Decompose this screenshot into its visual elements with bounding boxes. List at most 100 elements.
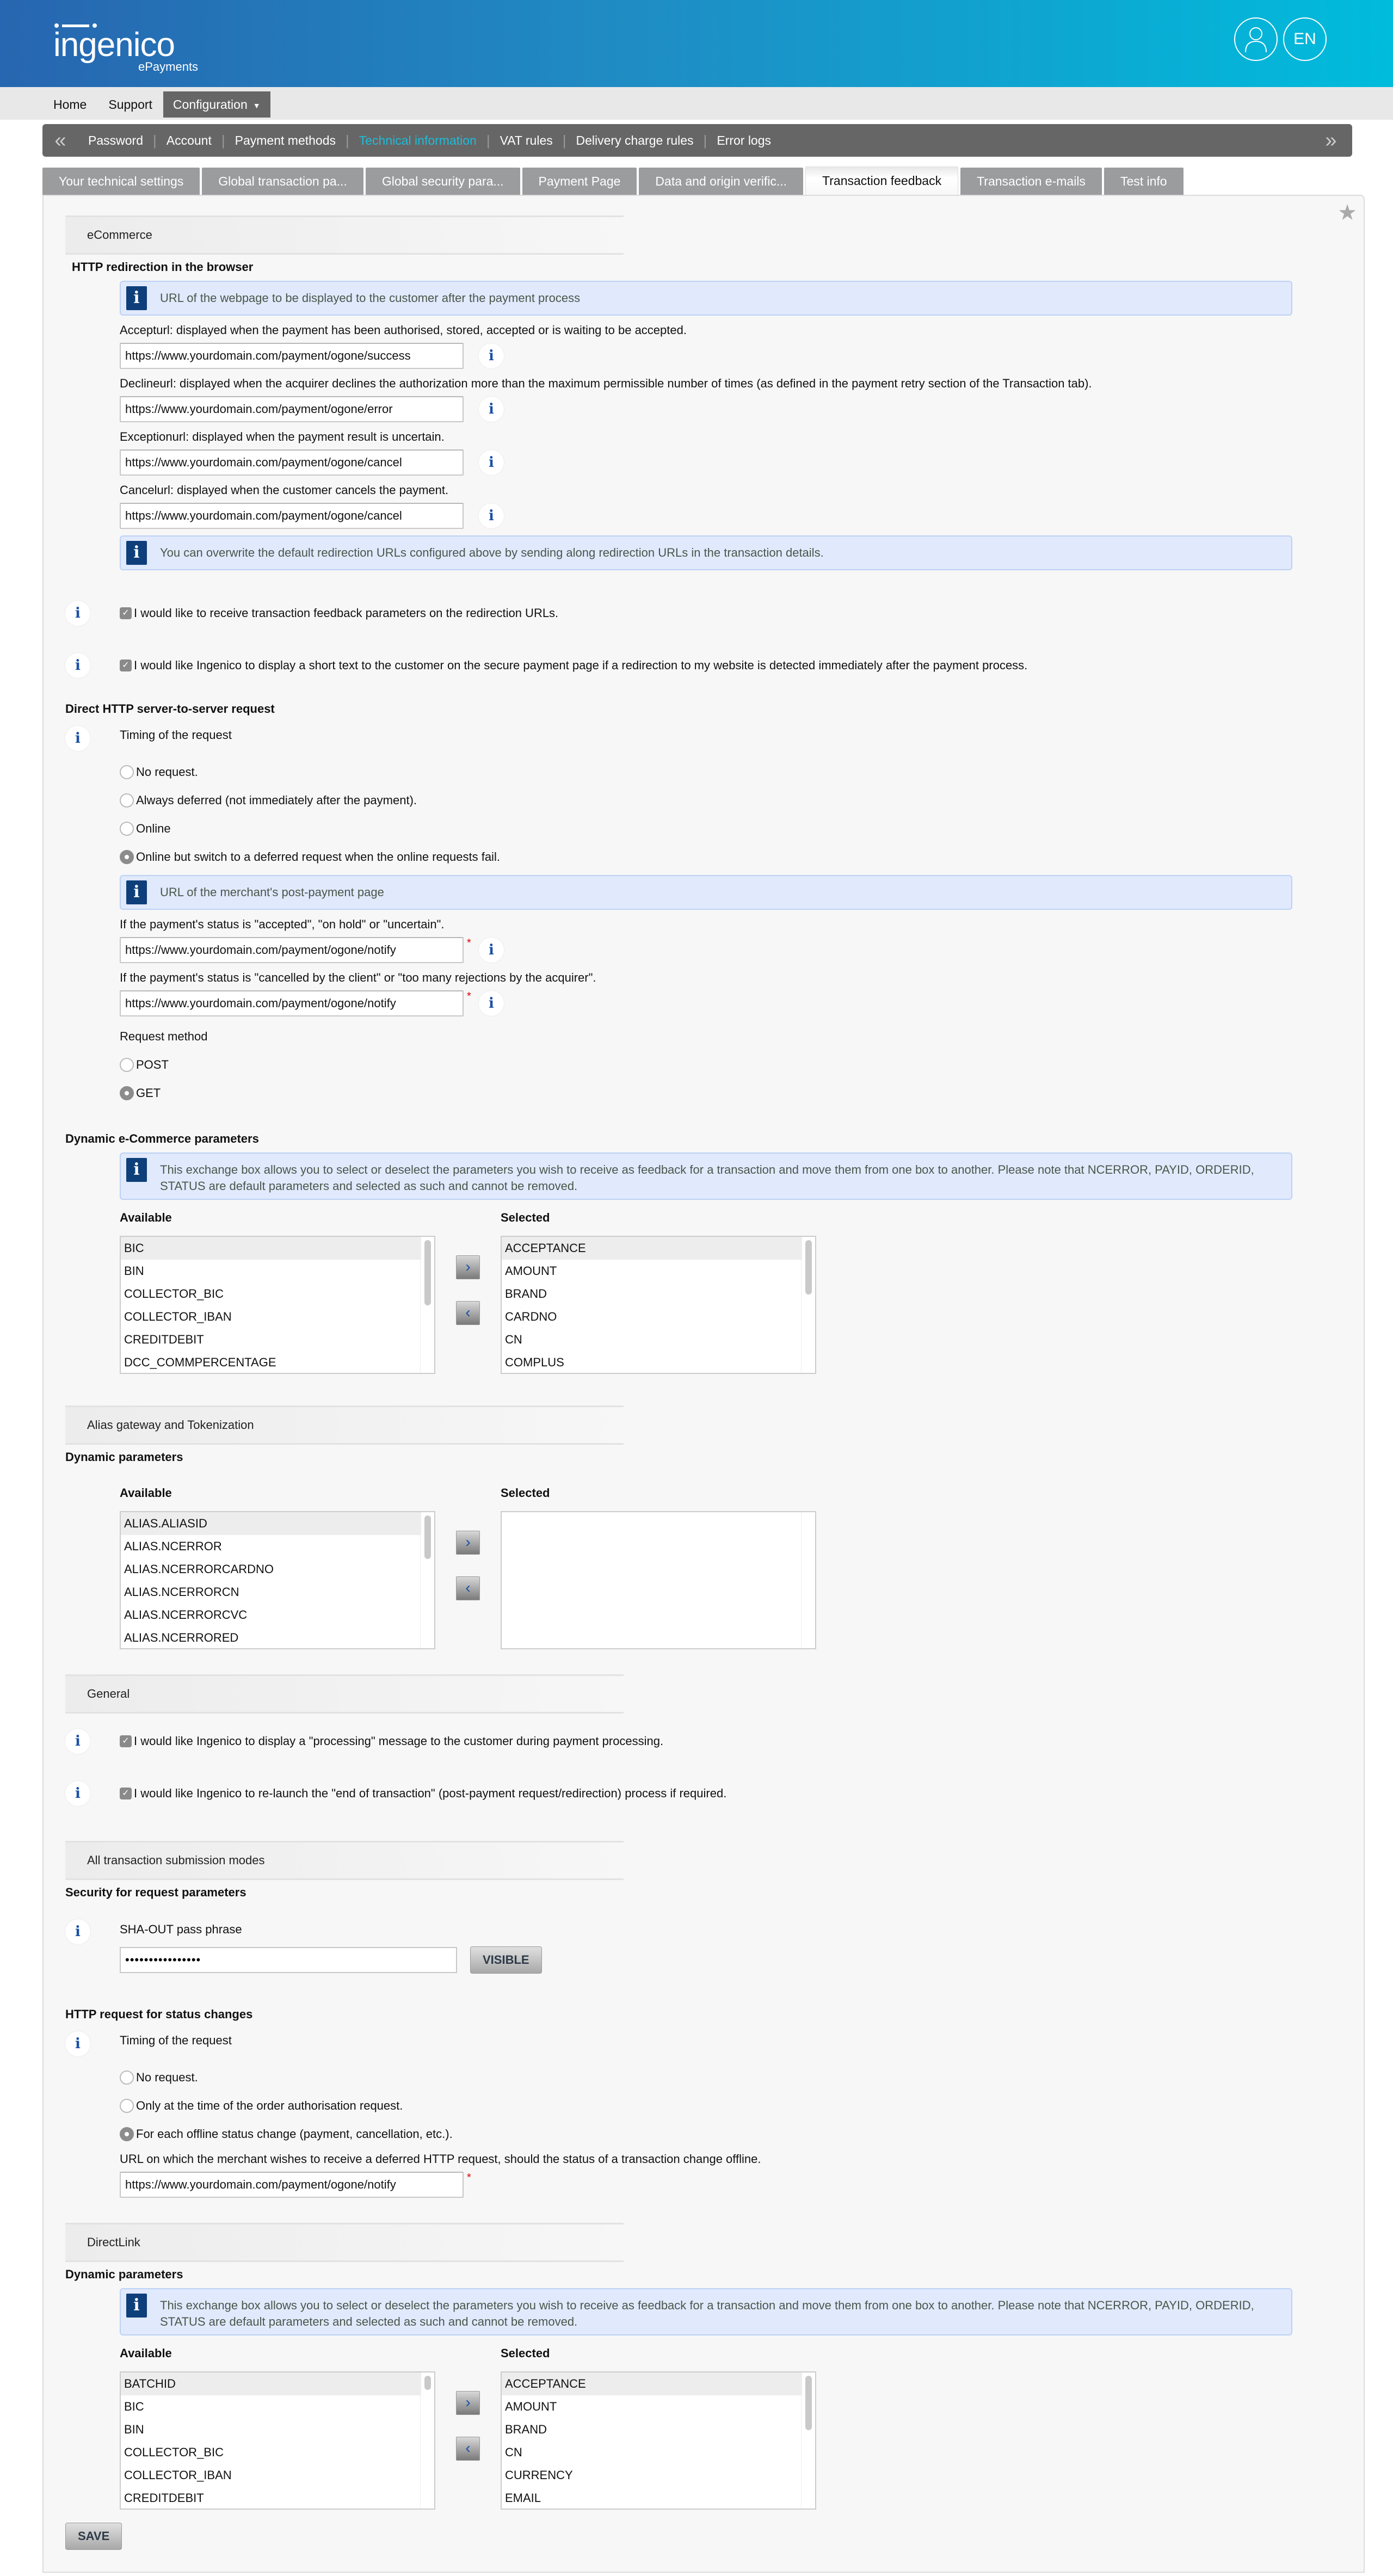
tab-your-technical-settings[interactable]: Your technical settings (42, 168, 200, 195)
info-icon[interactable]: i (479, 938, 504, 963)
selected-list[interactable]: ACCEPTANCE AMOUNT BRAND CARDNO CN COMPLUS (501, 1236, 816, 1374)
nav-support[interactable]: Support (97, 91, 163, 118)
info-icon[interactable]: i (479, 503, 504, 528)
tab-payment-page[interactable]: Payment Page (522, 168, 637, 195)
scrollbar[interactable] (420, 2372, 434, 2509)
ingenico-logo[interactable]: ingenico ePayments (53, 23, 198, 74)
scroll-left-icon[interactable]: « (42, 129, 78, 152)
tab-global-transaction-parameters[interactable]: Global transaction pa... (202, 168, 363, 195)
accepturl-input[interactable] (120, 343, 464, 369)
save-button[interactable]: SAVE (65, 2523, 122, 2550)
accepted-status-url-input[interactable] (120, 937, 464, 963)
list-option[interactable]: BIC (121, 1237, 421, 1260)
processing-message-checkbox[interactable]: ✓ (120, 1735, 132, 1747)
timing-radio-always-deferred[interactable] (120, 793, 134, 808)
feedback-params-checkbox[interactable]: ✓ (120, 607, 132, 619)
sha-out-input[interactable] (120, 1947, 457, 1973)
info-icon[interactable]: i (479, 343, 504, 368)
subnav-technical-information[interactable]: Technical information (349, 133, 486, 148)
list-option[interactable]: COLLECTOR_IBAN (121, 1305, 421, 1328)
info-icon[interactable]: i (65, 1781, 90, 1806)
scrollbar-thumb[interactable] (805, 1240, 812, 1295)
tab-transaction-emails[interactable]: Transaction e-mails (960, 168, 1102, 195)
tab-transaction-feedback[interactable]: Transaction feedback (805, 167, 959, 195)
subnav-delivery-charge-rules[interactable]: Delivery charge rules (566, 133, 704, 148)
scrollbar-thumb[interactable] (805, 2376, 812, 2430)
list-option[interactable]: CN (502, 1328, 802, 1351)
info-icon[interactable]: i (65, 601, 90, 626)
list-option[interactable]: ALIAS.NCERRORCVC (121, 1604, 421, 1626)
subnav-payment-methods[interactable]: Payment methods (225, 133, 346, 148)
status-radio-each-offline-change[interactable] (120, 2127, 134, 2141)
list-option[interactable]: ALIAS.NCERRORED (121, 1626, 421, 1648)
info-icon[interactable]: i (65, 2031, 90, 2056)
tab-global-security-parameters[interactable]: Global security para... (365, 168, 520, 195)
tab-test-info[interactable]: Test info (1104, 168, 1184, 195)
list-option[interactable]: BIN (121, 1260, 421, 1283)
list-option[interactable]: EMAIL (502, 2487, 802, 2509)
list-option[interactable]: CURRENCY (502, 2464, 802, 2487)
list-option[interactable]: CREDITDEBIT (121, 2487, 421, 2509)
scrollbar[interactable] (420, 1512, 434, 1648)
info-icon[interactable]: i (479, 991, 504, 1016)
list-option[interactable]: BIC (121, 2395, 421, 2418)
scrollbar-thumb[interactable] (424, 1515, 431, 1559)
scrollbar[interactable] (801, 1237, 815, 1373)
exceptionurl-input[interactable] (120, 449, 464, 476)
scroll-right-icon[interactable]: » (1313, 129, 1349, 152)
info-icon[interactable]: i (65, 653, 90, 678)
move-right-button[interactable]: › (456, 1255, 480, 1279)
user-account-button[interactable] (1234, 17, 1278, 61)
list-option[interactable]: CARDNO (502, 1305, 802, 1328)
favorite-star-icon[interactable]: ★ (1337, 200, 1357, 225)
language-selector[interactable]: EN (1283, 17, 1327, 61)
list-option[interactable]: BATCHID (121, 2372, 421, 2395)
move-right-button[interactable]: › (456, 1531, 480, 1555)
subnav-account[interactable]: Account (157, 133, 221, 148)
list-option[interactable]: COMPLUS (502, 1351, 802, 1373)
visible-button[interactable]: VISIBLE (470, 1946, 542, 1974)
declineurl-input[interactable] (120, 396, 464, 422)
nav-home[interactable]: Home (42, 91, 97, 118)
cancelurl-input[interactable] (120, 503, 464, 529)
list-option[interactable]: BRAND (502, 2418, 802, 2441)
status-radio-authorisation-only[interactable] (120, 2099, 134, 2113)
method-radio-get[interactable] (120, 1086, 134, 1100)
scrollbar[interactable] (801, 1512, 815, 1648)
info-icon[interactable]: i (479, 397, 504, 422)
list-option[interactable]: CREDITDEBIT (121, 1328, 421, 1351)
move-right-button[interactable]: › (456, 2391, 480, 2415)
scrollbar[interactable] (801, 2372, 815, 2509)
cancelled-status-url-input[interactable] (120, 990, 464, 1016)
available-list[interactable]: ALIAS.ALIASID ALIAS.NCERROR ALIAS.NCERRORC… (120, 1511, 435, 1649)
list-option[interactable]: ALIAS.NCERRORCN (121, 1581, 421, 1604)
list-option[interactable]: ACCEPTANCE (502, 1237, 802, 1260)
list-option[interactable]: ACCEPTANCE (502, 2372, 802, 2395)
list-option[interactable]: AMOUNT (502, 1260, 802, 1283)
info-icon[interactable]: i (65, 1919, 90, 1944)
list-option[interactable]: COLLECTOR_BIC (121, 1283, 421, 1305)
list-option[interactable]: BIN (121, 2418, 421, 2441)
subnav-error-logs[interactable]: Error logs (707, 133, 781, 148)
available-list[interactable]: BATCHID BIC BIN COLLECTOR_BIC COLLECTOR_IBAN… (120, 2371, 435, 2510)
list-option[interactable]: COLLECTOR_IBAN (121, 2464, 421, 2487)
move-left-button[interactable]: ‹ (456, 1576, 480, 1600)
timing-radio-online-deferred[interactable] (120, 850, 134, 864)
info-icon[interactable]: i (65, 726, 90, 751)
list-option[interactable]: DCC_COMMPERCENTAGE (121, 1351, 421, 1373)
selected-list[interactable]: ACCEPTANCE AMOUNT BRAND CN CURRENCY EMAIL (501, 2371, 816, 2510)
short-text-checkbox[interactable]: ✓ (120, 660, 132, 671)
scrollbar-thumb[interactable] (424, 2376, 431, 2390)
timing-radio-no-request[interactable] (120, 765, 134, 779)
list-option[interactable]: ALIAS.NCERRORCARDNO (121, 1558, 421, 1581)
list-option[interactable]: BRAND (502, 1283, 802, 1305)
list-option[interactable]: AMOUNT (502, 2395, 802, 2418)
info-icon[interactable]: i (479, 450, 504, 475)
available-list[interactable]: BIC BIN COLLECTOR_BIC COLLECTOR_IBAN CREDITD… (120, 1236, 435, 1374)
relaunch-checkbox[interactable]: ✓ (120, 1788, 132, 1799)
info-icon[interactable]: i (65, 1729, 90, 1754)
list-option[interactable]: ALIAS.ALIASID (121, 1512, 421, 1535)
tab-data-origin-verification[interactable]: Data and origin verific... (639, 168, 804, 195)
nav-configuration[interactable]: Configuration ▼ (163, 91, 270, 118)
move-left-button[interactable]: ‹ (456, 1301, 480, 1325)
